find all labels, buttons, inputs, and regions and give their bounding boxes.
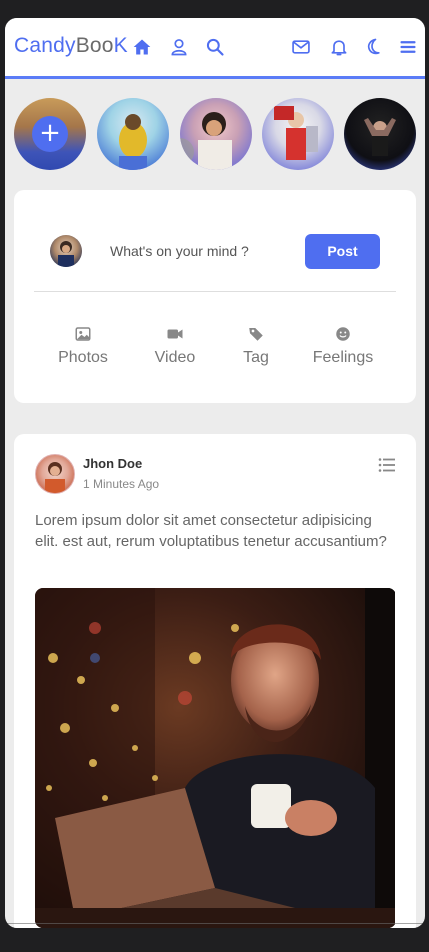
composer-divider <box>34 291 396 292</box>
post-author-avatar[interactable] <box>35 454 75 494</box>
search-icon[interactable] <box>204 36 226 58</box>
action-photos-label: Photos <box>58 349 108 366</box>
top-navbar: CandyBooK <box>5 18 425 79</box>
action-video-label: Video <box>154 349 196 366</box>
composer-avatar <box>50 235 82 267</box>
list-icon[interactable] <box>378 457 396 473</box>
action-tag[interactable]: Tag <box>216 325 296 367</box>
post-button[interactable]: Post <box>305 234 380 269</box>
composer-card: What's on your mind ? Post Photos Video … <box>14 190 416 403</box>
mail-icon[interactable] <box>290 36 312 58</box>
add-story-button[interactable]: + <box>32 116 68 152</box>
brand-part-candy: Candy <box>14 34 76 57</box>
moon-icon[interactable] <box>362 36 384 58</box>
home-icon[interactable] <box>131 36 153 58</box>
action-feelings[interactable]: Feelings <box>303 325 383 367</box>
composer-input[interactable]: What's on your mind ? <box>110 243 249 259</box>
action-photos[interactable]: Photos <box>43 325 123 367</box>
action-feelings-label: Feelings <box>312 349 374 366</box>
action-video[interactable]: Video <box>135 325 215 367</box>
video-icon <box>167 329 183 339</box>
post-body-text: Lorem ipsum dolor sit amet consectetur a… <box>35 512 387 550</box>
story-avatar-3[interactable] <box>262 98 334 170</box>
smile-icon <box>336 327 350 341</box>
tag-icon <box>249 328 263 341</box>
brand-part-k: K <box>113 34 128 57</box>
post-card: Jhon Doe 1 Minutes Ago Lorem ipsum dolor… <box>14 434 416 928</box>
action-tag-label: Tag <box>243 349 269 366</box>
story-avatar-2[interactable] <box>180 98 252 170</box>
story-avatar-1[interactable] <box>97 98 169 170</box>
post-author-name[interactable]: Jhon Doe <box>83 456 142 471</box>
post-timestamp: 1 Minutes Ago <box>83 477 160 491</box>
image-icon <box>75 327 91 341</box>
user-icon[interactable] <box>168 36 190 58</box>
story-add[interactable]: + <box>14 98 86 170</box>
bell-icon[interactable] <box>328 36 350 58</box>
phone-frame: CandyBooK + What's on your mind ? Post P… <box>5 18 425 928</box>
post-photo[interactable] <box>35 588 396 928</box>
brand-logo[interactable]: CandyBooK <box>14 34 128 58</box>
hamburger-icon[interactable] <box>397 36 419 58</box>
screen-bottom-line <box>5 923 425 924</box>
brand-part-boo: Boo <box>75 34 114 57</box>
story-avatar-4[interactable] <box>344 98 416 170</box>
